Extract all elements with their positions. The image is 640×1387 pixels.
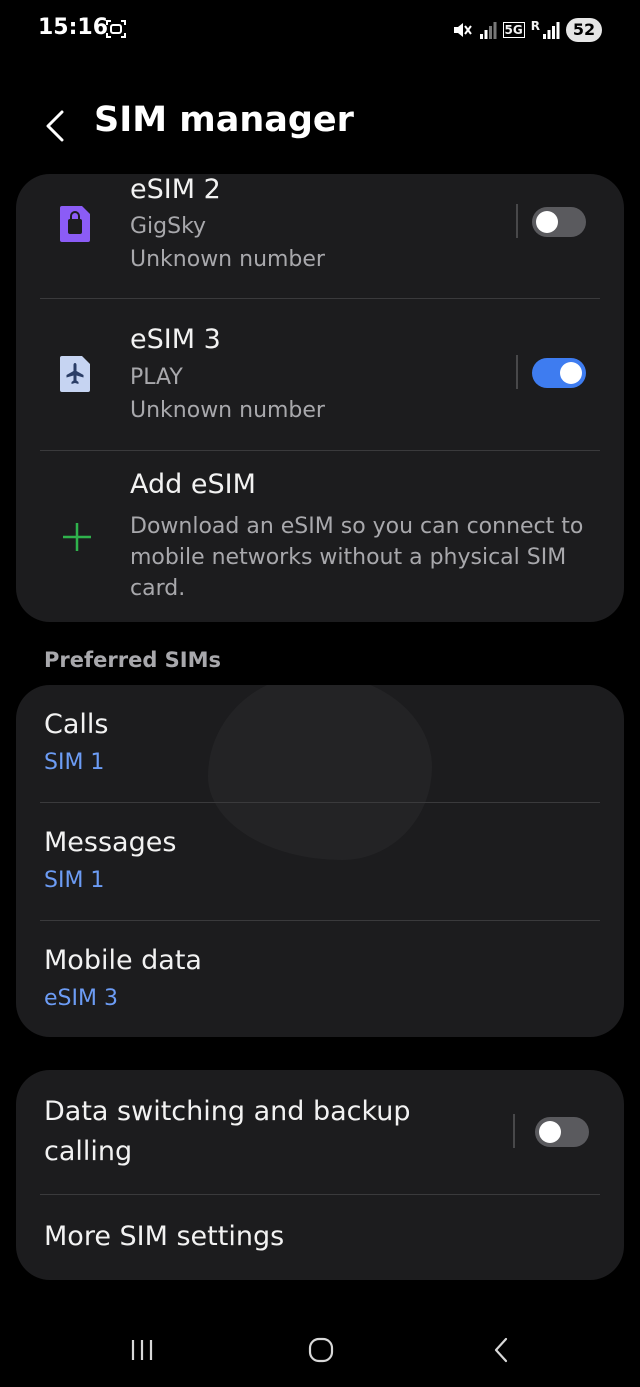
esim2-toggle[interactable] [532,207,586,237]
more-sim-settings-row[interactable]: More SIM settings [16,1195,624,1280]
toggle-separator [513,1114,515,1148]
more-sim-settings-label: More SIM settings [44,1221,285,1252]
data-switching-toggle[interactable] [535,1117,589,1147]
pref-label: Mobile data [44,945,202,976]
sim-carrier: GigSky [130,214,207,239]
signal-icon [479,22,497,39]
home-icon [308,1337,334,1363]
mute-icon [453,23,472,37]
toggle-separator [516,204,518,238]
pref-label: Calls [44,709,109,740]
esim3-toggle[interactable] [532,358,586,388]
back-icon [494,1337,508,1363]
sim-number: Unknown number [130,247,325,272]
preferred-item-calls[interactable]: Calls SIM 1 [16,685,624,802]
pref-value: eSIM 3 [44,986,118,1011]
home-button[interactable] [301,1330,341,1370]
network-5g-label: 5G [502,22,525,38]
pref-value: SIM 1 [44,750,105,775]
settings-card: Data switching and backup calling More S… [16,1070,624,1280]
preferred-item-mobile-data[interactable]: Mobile data eSIM 3 [16,921,624,1037]
signal-roaming-icon [543,22,560,39]
status-time: 15:16 [38,15,109,40]
recent-apps-button[interactable] [122,1330,162,1370]
battery-indicator: 52 [566,18,602,42]
sim-row-esim3[interactable]: eSIM 3 PLAY Unknown number [16,299,624,449]
recent-apps-icon [131,1340,153,1360]
add-esim-title: Add eSIM [130,469,256,500]
status-bar: 15:16 5G R 52 [0,0,640,60]
sim-list-card: eSIM 2 GigSky Unknown number eSIM 3 PLAY… [16,174,624,622]
airplane-sim-icon [60,356,90,392]
data-switching-row[interactable]: Data switching and backup calling [16,1070,624,1194]
sim-row-esim2[interactable]: eSIM 2 GigSky Unknown number [16,174,624,298]
screen-recorder-icon [106,20,126,38]
toggle-separator [516,355,518,389]
back-button[interactable] [481,1330,521,1370]
pref-label: Messages [44,827,177,858]
add-esim-description: Download an eSIM so you can connect to m… [130,514,584,601]
pref-value: SIM 1 [44,868,105,893]
sim-carrier: PLAY [130,365,183,390]
sim-card-icon [60,206,90,242]
add-icon [63,523,91,551]
screen: 15:16 5G R 52 SIM manager eSIM 2 GigSky … [0,0,640,1387]
back-arrow-icon[interactable] [40,106,70,146]
sim-name: eSIM 2 [130,174,221,205]
roaming-label: R [530,19,540,33]
page-title: SIM manager [94,100,354,140]
navigation-bar [0,1310,640,1387]
preferred-sims-card: Calls SIM 1 Messages SIM 1 Mobile data e… [16,685,624,1037]
data-switching-label: Data switching and backup calling [44,1096,411,1167]
status-icons: 5G R 52 [451,14,602,46]
sim-number: Unknown number [130,398,325,423]
preferred-item-messages[interactable]: Messages SIM 1 [16,803,624,920]
add-esim-row[interactable]: Add eSIM Download an eSIM so you can con… [16,451,624,622]
preferred-sims-header: Preferred SIMs [44,648,222,672]
sim-name: eSIM 3 [130,324,221,355]
